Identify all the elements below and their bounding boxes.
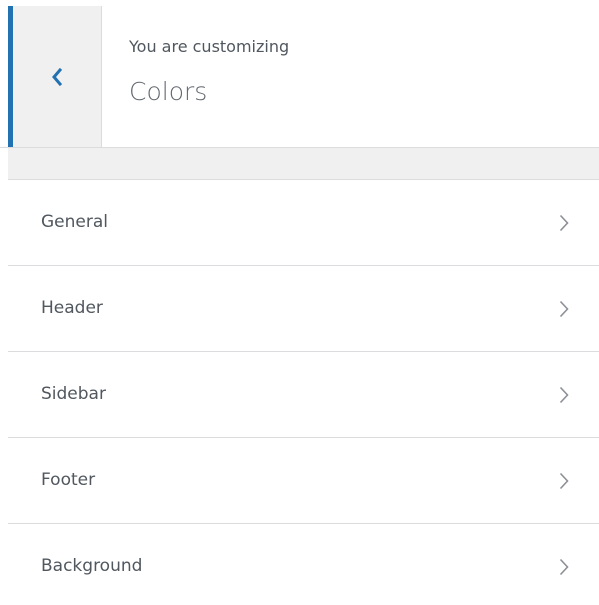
section-label: Background [41, 556, 143, 576]
section-item-sidebar[interactable]: Sidebar [8, 352, 599, 438]
section-label: Sidebar [41, 384, 106, 404]
section-label: General [41, 212, 108, 232]
section-item-footer[interactable]: Footer [8, 438, 599, 524]
customizer-panel: You are customizing Colors General Heade… [0, 0, 599, 605]
section-label: Header [41, 298, 103, 318]
section-item-general[interactable]: General [8, 180, 599, 266]
back-button[interactable] [8, 6, 102, 147]
chevron-right-icon [559, 472, 569, 490]
section-list: General Header Sidebar Footer Background [8, 180, 599, 605]
panel-title: Colors [129, 77, 208, 106]
customizing-subtitle: You are customizing [129, 37, 290, 56]
section-divider [8, 148, 599, 180]
section-item-background[interactable]: Background [8, 524, 599, 605]
chevron-right-icon [559, 558, 569, 576]
panel-header: You are customizing Colors [0, 0, 599, 148]
chevron-right-icon [559, 386, 569, 404]
section-item-header[interactable]: Header [8, 266, 599, 352]
chevron-left-icon [51, 67, 63, 87]
header-text: You are customizing Colors [129, 36, 289, 109]
chevron-right-icon [559, 214, 569, 232]
chevron-right-icon [559, 300, 569, 318]
section-label: Footer [41, 470, 96, 490]
